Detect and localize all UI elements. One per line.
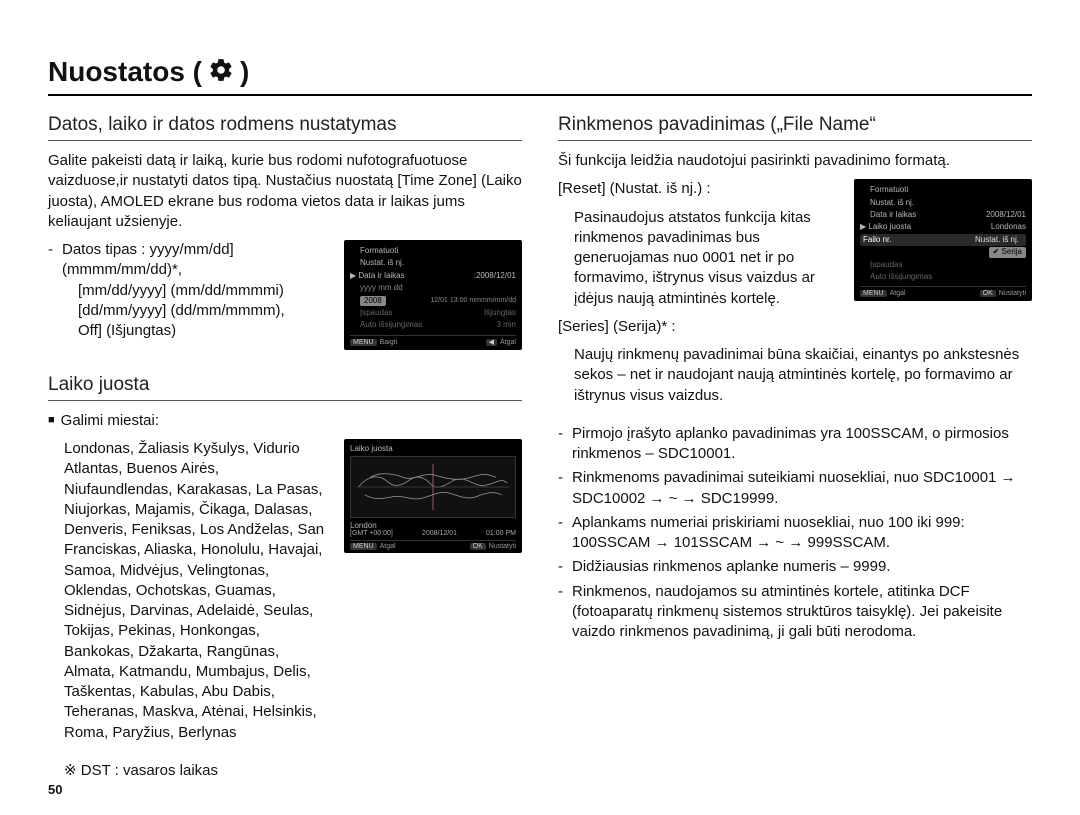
dash-icon: - xyxy=(558,557,572,577)
ui-item: Auto išsijungimas xyxy=(360,320,422,330)
ui-item: Nustat. iš nj. xyxy=(360,258,404,268)
timezone-row: Galimi miestai: xyxy=(48,411,522,439)
series-label: [Series] (Serija)* : xyxy=(558,317,840,337)
ui-bottom-right: Atgal xyxy=(500,339,516,346)
section-timezone: Laiko juosta Galimi miestai: Londonas, Ž… xyxy=(48,374,522,781)
lcd-filename-shot: Formatuoti Nustat. iš nj. Data ir laikas… xyxy=(854,179,1032,301)
ok-badge: OK xyxy=(980,290,996,297)
ui-bottom-right: Nustatyti xyxy=(489,543,516,550)
ui-item: Data ir laikas xyxy=(358,271,404,280)
page-title-suffix: ) xyxy=(240,56,249,88)
gear-icon xyxy=(208,57,234,88)
ui-option-series: ✔ Serija xyxy=(989,247,1026,257)
bullet: Aplankams numeriai priskiriami nuoseklia… xyxy=(572,513,1032,554)
ui-item: Įspaudas xyxy=(360,308,392,318)
lcd-map-shot-wrapper: Laiko juosta xyxy=(344,439,522,553)
ui-bottom-left: Atgal xyxy=(380,543,396,550)
map-city: London xyxy=(350,521,516,530)
dash-icon: - xyxy=(558,513,572,554)
ui-bottom-left: Baigti xyxy=(380,339,398,346)
ui-item: Įspaudas xyxy=(870,260,902,270)
map-date: 2008/12/01 xyxy=(422,530,457,537)
ui-item: Failo nr. xyxy=(863,235,891,245)
section-heading: Rinkmenos pavadinimas („File Name“ xyxy=(558,114,1032,141)
date-type-line2: [mm/dd/yyyy] (mm/dd/mmmmi) xyxy=(78,281,330,301)
section-filename: Rinkmenos pavadinimas („File Name“ Ši fu… xyxy=(558,114,1032,642)
dash-icon: - xyxy=(558,468,572,509)
ui-item: Auto išsijungimas xyxy=(870,272,932,282)
ui-item: Formatuoti xyxy=(360,246,398,256)
left-column: Datos, laiko ir datos rodmens nustatymas… xyxy=(48,114,522,805)
section-heading: Laiko juosta xyxy=(48,374,522,401)
page-number: 50 xyxy=(48,782,62,797)
dst-note: DST : vasaros laikas xyxy=(64,761,522,781)
section-datetime: Datos, laiko ir datos rodmens nustatymas… xyxy=(48,114,522,350)
ui-item: Laiko juosta xyxy=(868,222,911,231)
dash-icon: - xyxy=(558,582,572,643)
bullet: Rinkmenoms pavadinimai suteikiami nuosek… xyxy=(572,468,1032,509)
right-column: Rinkmenos pavadinimas („File Name“ Ši fu… xyxy=(558,114,1032,805)
ui-item: Data ir laikas xyxy=(870,210,916,220)
reset-text: Pasinaudojus atstatos funkcija kitas rin… xyxy=(574,208,840,309)
ui-value: Išjungtas xyxy=(484,308,516,318)
ui-option-reset: Nustat. iš nj. xyxy=(971,235,1023,245)
world-map-icon xyxy=(350,456,516,518)
ui-bottom-right: Nustatyti xyxy=(999,290,1026,297)
datetype-text: - Datos tipas : yyyy/mm/dd] (mmmm/mm/dd)… xyxy=(48,240,330,345)
ui-item: Formatuoti xyxy=(870,185,908,195)
date-type-line3: [dd/mm/yyyy] (dd/mm/mmmm), xyxy=(78,301,330,321)
menu-badge: MENU xyxy=(350,339,377,346)
series-text: Naujų rinkmenų pavadinimai būna skaičiai… xyxy=(574,345,1032,406)
ok-badge: OK xyxy=(470,543,486,550)
bullet: Rinkmenos, naudojamos su atmintinės kort… xyxy=(572,582,1032,643)
lcd-datetime-shot: Formatuoti Nustat. iš nj. ▶ Data ir laik… xyxy=(344,240,522,350)
ui-value: Londonas xyxy=(991,222,1026,232)
ui-value: 3 min xyxy=(496,320,516,330)
dash-icon: - xyxy=(558,424,572,465)
back-badge: ◀ xyxy=(486,339,497,346)
map-gmt: [GMT +00:00] xyxy=(350,530,393,537)
map-title: Laiko juosta xyxy=(350,444,516,453)
section-heading: Datos, laiko ir datos rodmens nustatymas xyxy=(48,114,522,141)
menu-badge: MENU xyxy=(350,543,377,550)
paragraph: Galite pakeisti datą ir laiką, kurie bus… xyxy=(48,151,522,232)
ui-item: Nustat. iš nj. xyxy=(870,198,914,208)
cities-label: Galimi miestai: xyxy=(48,411,522,431)
manual-page: Nuostatos ( ) Datos, laiko ir datos rodm… xyxy=(0,0,1080,815)
ui-bottom-left: Atgal xyxy=(890,290,906,297)
bullet: Pirmojo įrašyto aplanko pavadinimas yra … xyxy=(572,424,1032,465)
dash-icon: - xyxy=(48,240,62,341)
date-type-line4: Off] (Išjungtas) xyxy=(78,321,330,341)
cities-list: Londonas, Žaliasis Kyšulys, Vidurio Atla… xyxy=(64,439,330,743)
date-type-label: Datos tipas : xyxy=(62,241,145,258)
lcd-map-shot: Laiko juosta xyxy=(344,439,522,553)
ui-value: 2008/12/01 xyxy=(986,210,1026,220)
page-title-row: Nuostatos ( ) xyxy=(48,56,1032,96)
ui-value: :2008/12/01 xyxy=(474,271,516,281)
bullet: Didžiausias rinkmenos aplanke numeris – … xyxy=(572,557,1032,577)
ui-selected-year: 2008 xyxy=(360,296,386,306)
map-time: 01:00 PM xyxy=(486,530,516,537)
datetype-row: - Datos tipas : yyyy/mm/dd] (mmmm/mm/dd)… xyxy=(48,240,522,350)
ui-line: yyyy mm dd xyxy=(360,283,403,293)
filename-options-row: [Reset] (Nustat. iš nj.) : Pasinaudojus … xyxy=(558,179,1032,345)
columns: Datos, laiko ir datos rodmens nustatymas… xyxy=(48,114,1032,805)
menu-badge: MENU xyxy=(860,290,887,297)
timezone-cities-row: Londonas, Žaliasis Kyšulys, Vidurio Atla… xyxy=(48,439,522,751)
page-title-prefix: Nuostatos ( xyxy=(48,56,202,88)
paragraph: Ši funkcija leidžia naudotojui pasirinkt… xyxy=(558,151,1032,171)
reset-label: [Reset] (Nustat. iš nj.) : xyxy=(558,179,840,199)
